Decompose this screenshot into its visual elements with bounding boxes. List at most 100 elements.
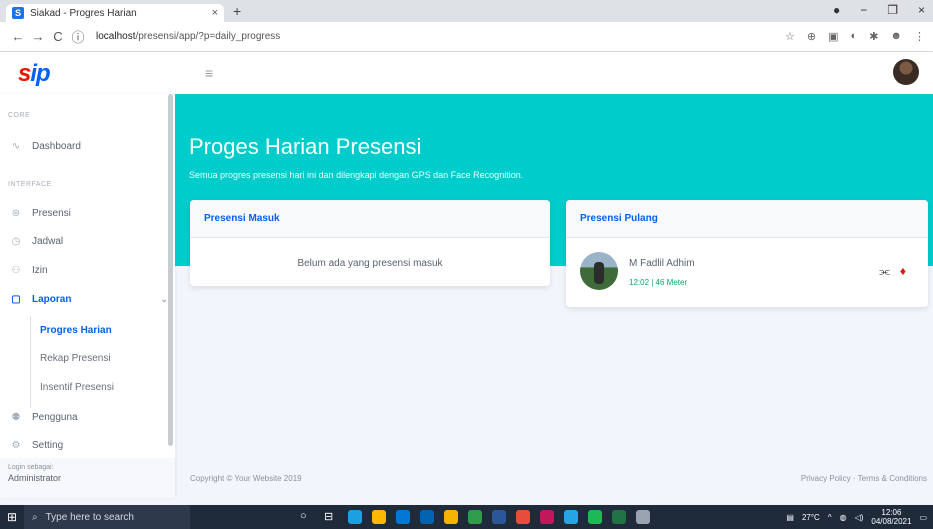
notification-icon[interactable]: ▭ <box>919 513 927 522</box>
taskbar-search[interactable]: ⌕ Type here to search <box>24 505 190 529</box>
sidebar-heading-core: CORE <box>8 112 31 119</box>
close-window-icon[interactable]: × <box>918 3 925 17</box>
cortana-icon[interactable]: ○ <box>300 510 314 524</box>
app-icon[interactable] <box>540 510 554 524</box>
word-icon[interactable] <box>492 510 506 524</box>
sidebar-scrollbar[interactable] <box>168 94 173 446</box>
extension-icon[interactable]: ▣ <box>828 30 838 43</box>
sidebar-subitem-insentif[interactable]: Insentif Presensi <box>40 382 114 393</box>
clock[interactable]: 12:06 04/08/2021 <box>871 508 911 526</box>
reload-icon[interactable]: C <box>48 29 68 44</box>
sidebar-item-jadwal[interactable]: ◷ Jadwal <box>8 236 168 247</box>
volume-icon[interactable]: ◁) <box>855 513 864 522</box>
file-explorer-icon[interactable] <box>372 510 386 524</box>
network-icon[interactable]: ◍ <box>840 513 847 522</box>
search-icon: ⌕ <box>32 511 38 523</box>
address-bar: ← → C ⓘ localhost/presensi/app/?p=daily_… <box>0 22 933 52</box>
submenu-line <box>30 316 31 408</box>
new-tab-icon[interactable]: + <box>233 3 241 19</box>
clock-time: 12:06 <box>881 508 902 517</box>
app-icon[interactable] <box>636 510 650 524</box>
sidebar-item-laporan[interactable]: ▢ Laporan ⌄ <box>8 294 168 305</box>
presence-meta: 12:02 | 46 Meter <box>629 278 688 287</box>
profile-avatar-icon[interactable]: ☻ <box>890 30 902 43</box>
chrome-icon[interactable] <box>444 510 458 524</box>
search-placeholder: Type here to search <box>45 511 134 523</box>
back-icon[interactable]: ← <box>8 29 28 44</box>
sidebar-item-label: Laporan <box>32 294 72 305</box>
sidebar-item-label: Setting <box>32 440 64 451</box>
extension-icons: ☆ ⊕ ▣ ◐ ✱ ☻ ⋮ <box>785 30 925 43</box>
spotify-icon[interactable] <box>588 510 602 524</box>
sidebar-item-izin[interactable]: ⚇ Izin <box>8 265 168 276</box>
face-recognition-icon[interactable]: ⫘ <box>879 264 890 279</box>
telegram-icon[interactable] <box>564 510 578 524</box>
close-tab-icon[interactable]: × <box>212 7 218 19</box>
extension-icon[interactable]: ⊕ <box>807 30 816 43</box>
weather-icon[interactable]: ▤ <box>786 513 794 522</box>
sidebar-footer: Login sebagai: Administrator <box>0 458 175 498</box>
app-logo[interactable]: sip <box>18 60 51 88</box>
url-field[interactable]: localhost/presensi/app/?p=daily_progress <box>96 31 280 42</box>
menu-icon[interactable]: ⋮ <box>914 30 925 43</box>
footer-links[interactable]: Privacy Policy · Terms & Conditions <box>801 474 927 483</box>
sidebar-item-setting[interactable]: ⚙ Setting <box>8 440 168 451</box>
app-icon[interactable] <box>468 510 482 524</box>
url-path: /presensi/app/?p=daily_progress <box>135 31 281 42</box>
sidebar-item-presensi[interactable]: ⊛ Presensi <box>8 208 168 219</box>
edge-icon[interactable] <box>348 510 362 524</box>
sidebar-item-label: Izin <box>32 265 48 276</box>
chevron-down-icon: ⌄ <box>160 294 168 304</box>
forward-icon[interactable]: → <box>28 29 48 44</box>
browser-tabbar: S Siakad - Progres Harian × + ● − ❐ × <box>0 0 933 22</box>
sidebar-subitem-progres[interactable]: Progres Harian <box>40 325 112 336</box>
sidebar-subitem-rekap[interactable]: Rekap Presensi <box>40 353 111 364</box>
sidebar-item-pengguna[interactable]: ⚉ Pengguna <box>8 412 168 423</box>
taskbar: ⊞ ⌕ Type here to search ○ ⊟ ▤ 27°C ^ ◍ ◁… <box>0 505 933 529</box>
login-label: Login sebagai: <box>8 464 54 471</box>
excel-icon[interactable] <box>612 510 626 524</box>
map-pin-icon[interactable]: ♦ <box>900 264 906 279</box>
sidebar-item-label: Jadwal <box>32 236 64 247</box>
browser-tab[interactable]: S Siakad - Progres Harian × <box>6 4 224 22</box>
card-header: Presensi Pulang <box>566 200 928 238</box>
presensi-masuk-card: Presensi Masuk Belum ada yang presensi m… <box>190 200 550 286</box>
clock-date: 04/08/2021 <box>871 517 912 526</box>
sidebar-item-dashboard[interactable]: ∿ Dashboard <box>8 141 168 152</box>
card-header: Presensi Masuk <box>190 200 550 238</box>
extension-icon[interactable]: ◐ <box>851 30 858 43</box>
users-icon: ⚉ <box>11 412 21 423</box>
clipboard-icon: ▢ <box>11 294 21 305</box>
sidebar: CORE ∿ Dashboard INTERFACE ⊛ Presensi ◷ … <box>0 94 175 498</box>
footer-copyright: Copyright © Your Website 2019 <box>190 474 302 483</box>
chevron-up-icon[interactable]: ^ <box>828 513 832 522</box>
page-subtitle: Semua progres presensi hari ini dan dile… <box>189 170 524 180</box>
page-title: Proges Harian Presensi <box>189 134 422 159</box>
puzzle-icon[interactable]: ✱ <box>869 30 878 43</box>
gear-icon: ⚙ <box>11 440 21 451</box>
temperature: 27°C <box>801 512 820 522</box>
tab-title: Siakad - Progres Harian <box>30 7 137 19</box>
user-name: M Fadlil Adhim <box>629 258 695 269</box>
info-icon[interactable]: ⓘ <box>68 27 88 46</box>
favicon-icon: S <box>12 7 24 19</box>
profile-icon[interactable]: ● <box>833 3 840 17</box>
presensi-pulang-card: Presensi Pulang M Fadlil Adhim 12:02 | 4… <box>566 200 928 307</box>
url-host: localhost <box>96 31 136 42</box>
app-icon[interactable] <box>516 510 530 524</box>
card-actions: ⫘ ♦ <box>879 264 906 279</box>
window-controls: ● − ❐ × <box>833 3 925 17</box>
user-plus-icon: ⚇ <box>11 265 21 276</box>
star-icon[interactable]: ☆ <box>785 30 795 43</box>
task-view-icon[interactable]: ⊟ <box>324 510 338 524</box>
store-icon[interactable] <box>396 510 410 524</box>
sidebar-item-label: Presensi <box>32 208 71 219</box>
login-value: Administrator <box>8 473 62 483</box>
minimize-icon[interactable]: − <box>860 3 867 17</box>
maximize-icon[interactable]: ❐ <box>887 3 898 17</box>
logo-ip: ip <box>30 60 50 87</box>
windows-start-icon[interactable]: ⊞ <box>0 510 24 524</box>
user-avatar[interactable] <box>893 59 919 85</box>
mail-icon[interactable] <box>420 510 434 524</box>
menu-toggle-icon[interactable]: ≡ <box>205 65 213 81</box>
